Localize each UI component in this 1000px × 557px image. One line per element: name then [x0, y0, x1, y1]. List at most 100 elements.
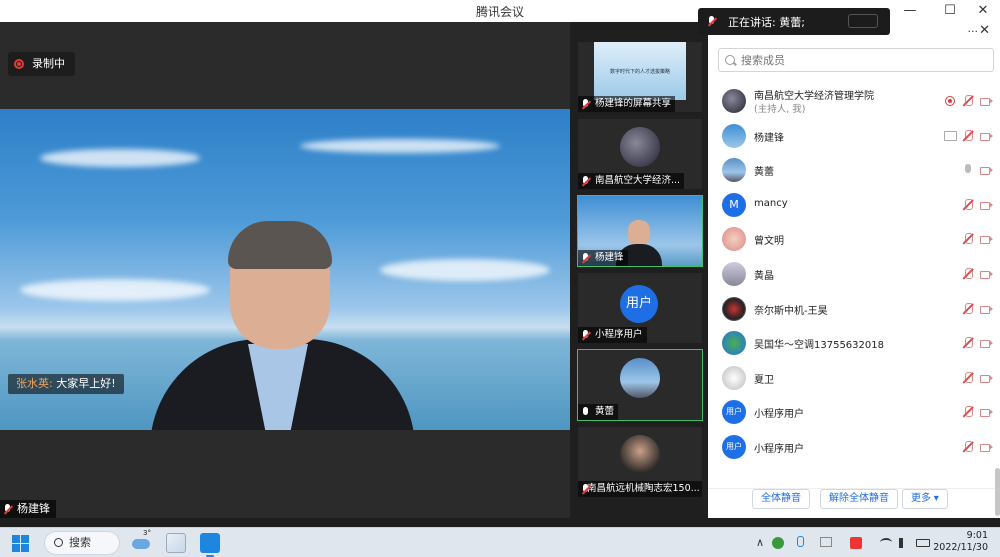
member-row[interactable]: 南昌航空大学经济管理学院 (主持人, 我) — [708, 84, 1000, 119]
slide-preview: 数字时代下的人才选拔策略 — [594, 42, 686, 100]
slide-title: 数字时代下的人才选拔策略 — [609, 69, 670, 75]
mic-muted-icon[interactable] — [962, 337, 974, 349]
thumbnail-huang-lei[interactable]: 黄蕾 — [577, 349, 703, 421]
thumbnail-screen-share[interactable]: 数字时代下的人才选拔策略 杨建锋的屏幕共享 — [578, 42, 702, 112]
tray-mic-icon[interactable] — [797, 536, 804, 547]
thumbnail-name: 黄蕾 — [595, 406, 615, 417]
member-row[interactable]: 用户 小程序用户 — [708, 430, 1000, 465]
avatar — [620, 127, 660, 167]
cloud — [300, 139, 500, 153]
main-video-area[interactable]: 录制中 张水英: 大家早上好! 杨建锋 — [0, 22, 570, 518]
volume-icon[interactable] — [899, 538, 909, 548]
member-name: 夏卫 — [754, 374, 774, 386]
camera-off-icon[interactable] — [980, 130, 993, 142]
avatar — [722, 331, 746, 356]
thumbnail-tao[interactable]: 南昌航远机械陶志宏150... — [578, 427, 702, 497]
avatar: M — [722, 192, 746, 217]
avatar — [722, 89, 746, 113]
member-row[interactable]: 用户 小程序用户 — [708, 395, 1000, 430]
avatar — [620, 435, 660, 475]
thumbnail-yang[interactable]: 杨建锋 — [577, 195, 703, 267]
tray-overflow-icon[interactable]: ∧ — [756, 536, 764, 549]
recording-indicator[interactable]: 录制中 — [8, 52, 75, 76]
mic-muted-icon — [4, 503, 12, 515]
system-clock[interactable]: 9:01 2022/11/30 — [933, 530, 988, 554]
camera-off-icon[interactable] — [980, 95, 993, 107]
thumbnail-name: 南昌航空大学经济... — [595, 175, 681, 186]
camera-off-icon[interactable] — [980, 164, 993, 176]
camera-off-icon[interactable] — [980, 337, 993, 349]
screen-share-icon — [944, 130, 957, 142]
member-row[interactable]: 黄晶 — [708, 257, 1000, 292]
thumbnail-name: 南昌航远机械陶志宏150... — [587, 483, 700, 494]
panel-more-button[interactable]: ··· — [968, 25, 979, 38]
cloud — [20, 279, 210, 301]
member-row[interactable]: 夏卫 — [708, 361, 1000, 396]
mic-muted-icon[interactable] — [962, 198, 974, 211]
mic-muted-icon — [582, 329, 590, 341]
member-row[interactable]: M mancy — [708, 188, 1000, 223]
chat-overlay: 张水英: 大家早上好! — [8, 374, 124, 394]
hair — [228, 221, 332, 269]
member-name: 曾文明 — [754, 236, 784, 248]
panel-close-button[interactable]: ✕ — [979, 23, 990, 38]
cloud — [380, 259, 550, 281]
more-actions-button[interactable]: 更多 ▾ — [902, 489, 948, 509]
member-name: 小程序用户 — [754, 409, 804, 421]
member-search[interactable] — [718, 48, 994, 72]
thumbnail-name: 小程序用户 — [595, 329, 643, 340]
tray-app-icon[interactable] — [772, 537, 784, 549]
weather-icon[interactable]: 3° — [132, 529, 154, 551]
tray-display-icon[interactable] — [820, 537, 832, 547]
thumbnail-host[interactable]: 南昌航空大学经济... — [578, 119, 702, 189]
main-video-name: 杨建锋 — [17, 502, 50, 515]
mic-muted-icon[interactable] — [962, 440, 974, 453]
camera-off-icon[interactable] — [980, 372, 993, 384]
camera-off-icon[interactable] — [980, 199, 993, 211]
member-row[interactable]: 曾文明 — [708, 222, 1000, 257]
taskbar-search[interactable]: 搜索 — [44, 531, 120, 555]
member-search-input[interactable] — [741, 53, 981, 67]
member-name: 黄蕾 — [754, 167, 774, 179]
mic-muted-icon[interactable] — [962, 267, 974, 280]
camera-off-icon[interactable] — [980, 441, 993, 453]
avatar — [722, 365, 746, 390]
mute-all-button[interactable]: 全体静音 — [752, 489, 810, 509]
member-row[interactable]: 杨建锋 — [708, 119, 1000, 154]
mic-muted-icon[interactable] — [962, 233, 974, 245]
mic-muted-icon[interactable] — [962, 95, 974, 107]
member-role: (主持人, 我) — [754, 104, 806, 115]
avatar — [620, 358, 660, 398]
maximize-button[interactable]: ☐ — [935, 1, 965, 21]
mic-muted-icon[interactable] — [962, 302, 974, 315]
mic-icon[interactable] — [962, 164, 974, 176]
wifi-icon[interactable] — [880, 538, 892, 547]
thumbnail-mini-program-user[interactable]: 用户 小程序用户 — [578, 273, 702, 343]
unmute-all-button[interactable]: 解除全体静音 — [820, 489, 898, 509]
mic-muted-icon — [582, 252, 590, 264]
minimize-button[interactable]: — — [895, 1, 925, 21]
tencent-meeting-icon[interactable] — [200, 533, 220, 557]
avatar — [722, 261, 746, 286]
thumbnail-label: 杨建锋 — [578, 250, 628, 266]
mic-muted-icon[interactable] — [962, 129, 974, 142]
camera-off-icon[interactable] — [980, 303, 993, 315]
camera-off-icon[interactable] — [980, 233, 993, 245]
avatar — [722, 296, 746, 321]
mic-muted-icon[interactable] — [962, 406, 974, 418]
member-row[interactable]: 吴国华～空调13755632018 — [708, 326, 1000, 361]
member-list: 南昌航空大学经济管理学院 (主持人, 我) 杨建锋 黄蕾 M mancy 曾文明… — [708, 84, 1000, 465]
tray-input-method-icon[interactable] — [850, 537, 862, 549]
member-list-scrollbar[interactable] — [995, 468, 1000, 516]
snipping-tool-icon[interactable] — [166, 533, 186, 553]
camera-off-icon[interactable] — [980, 268, 993, 280]
battery-icon[interactable] — [916, 539, 930, 547]
thumb-head — [628, 220, 650, 246]
camera-off-icon[interactable] — [980, 406, 993, 418]
member-row[interactable]: 黄蕾 — [708, 153, 1000, 188]
mic-muted-icon[interactable] — [962, 371, 974, 384]
windows-start-icon[interactable] — [12, 535, 29, 552]
member-row[interactable]: 奈尔斯中机-王昊 — [708, 292, 1000, 327]
panel-actions: 全体静音 解除全体静音 更多 ▾ — [708, 488, 1000, 518]
window-close-button[interactable]: ✕ — [968, 1, 998, 21]
